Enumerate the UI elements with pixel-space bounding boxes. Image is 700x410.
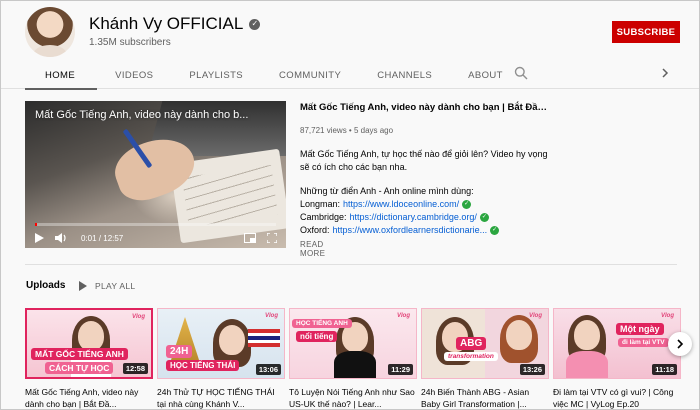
- volume-icon[interactable]: [55, 232, 67, 244]
- video-title[interactable]: Tô Luyện Nói Tiếng Anh như Sao US-UK thế…: [289, 386, 417, 409]
- channel-name-text[interactable]: Khánh Vy OFFICIAL: [89, 14, 243, 34]
- player-progress-bar[interactable]: [35, 223, 276, 226]
- subscribe-button[interactable]: SUBSCRIBE: [612, 21, 680, 43]
- channel-tabs: HOME VIDEOS PLAYLISTS COMMUNITY CHANNELS…: [25, 61, 521, 90]
- channel-avatar[interactable]: [25, 7, 75, 57]
- chevron-right-icon[interactable]: [659, 67, 671, 79]
- player-controls: 0:01 / 12:57: [25, 229, 286, 247]
- shelf-title[interactable]: Uploads: [26, 280, 65, 291]
- dictionary-label: Cambridge:: [300, 212, 347, 222]
- thumbnail-caption: transformation: [444, 352, 498, 361]
- player-title: Mất Gốc Tiếng Anh, video này dành cho b.…: [35, 109, 249, 121]
- thumbnail-caption: CÁCH TỰ HỌC: [45, 362, 114, 374]
- dictionary-label: Oxford:: [300, 225, 330, 235]
- video-title[interactable]: 24h Biến Thành ABG - Asian Baby Girl Tra…: [421, 386, 549, 409]
- tab-about[interactable]: ABOUT: [450, 61, 521, 89]
- thumbnail-caption: đi làm tại VTV: [618, 338, 669, 347]
- video-duration: 11:29: [388, 364, 413, 375]
- dictionary-line: Oxford: https://www.oxfordlearnersdictio…: [300, 224, 550, 237]
- thumbnail-caption: HỌC TIẾNG ANH: [292, 319, 352, 328]
- miniplayer-icon[interactable]: [244, 232, 256, 244]
- video-thumbnail[interactable]: Vlog HỌC TIẾNG ANH nổi tiếng 11:29: [289, 308, 417, 379]
- tab-videos[interactable]: VIDEOS: [97, 61, 171, 89]
- video-duration: 12:58: [122, 363, 148, 374]
- featured-description: Mất Gốc Tiếng Anh, tự học thế nào để giỏ…: [300, 148, 550, 244]
- dictionary-label: Longman:: [300, 199, 341, 209]
- vlog-tag: Vlog: [397, 313, 410, 319]
- dictionary-link[interactable]: https://dictionary.cambridge.org/: [350, 211, 477, 224]
- verified-check-icon: ✓: [249, 18, 261, 30]
- featured-title[interactable]: Mất Gốc Tiếng Anh, video này dành cho bạ…: [300, 101, 550, 115]
- player-time: 0:01 / 12:57: [81, 233, 124, 243]
- check-icon: ✓: [462, 200, 472, 209]
- dict-heading-text: Những từ điển Anh - Anh online mình dùng…: [300, 186, 474, 196]
- video-card[interactable]: Vlog HỌC TIẾNG ANH nổi tiếng 11:29 Tô Lu…: [289, 308, 417, 409]
- featured-meta: 87,721 views • 5 days ago: [300, 126, 394, 135]
- dictionary-link[interactable]: https://www.oxfordlearnersdictionarie...: [333, 224, 488, 237]
- check-icon: ✓: [479, 213, 489, 222]
- uploads-shelf-header: Uploads PLAY ALL: [26, 280, 135, 291]
- search-icon[interactable]: [514, 66, 528, 80]
- video-thumbnail[interactable]: Vlog ABG transformation 13:26: [421, 308, 549, 379]
- video-title[interactable]: 24h Thử TỰ HỌC TIẾNG THÁI tại nhà cùng K…: [157, 386, 285, 409]
- dictionary-line: Longman: https://www.ldoceonline.com/ ✓: [300, 198, 550, 211]
- check-icon: ✓: [490, 226, 500, 235]
- play-all-label: PLAY ALL: [95, 281, 136, 291]
- thumbnail-caption: 24H: [166, 345, 193, 358]
- channel-header: Khánh Vy OFFICIAL ✓ 1.35M subscribers SU…: [1, 1, 699, 90]
- play-icon[interactable]: [33, 232, 45, 244]
- player-progress-fill: [35, 223, 38, 226]
- channel-name[interactable]: Khánh Vy OFFICIAL ✓: [89, 14, 261, 34]
- video-thumbnail[interactable]: Vlog MẤT GỐC TIẾNG ANH CÁCH TỰ HỌC 12:58: [25, 308, 153, 379]
- section-divider: [25, 264, 677, 265]
- description-intro: Mất Gốc Tiếng Anh, tự học thế nào để giỏ…: [300, 149, 548, 172]
- chevron-right-icon: [677, 339, 684, 349]
- subscriber-count: 1.35M subscribers: [89, 37, 171, 48]
- thumbnail-caption: HỌC TIẾNG THÁI: [166, 360, 240, 371]
- video-card[interactable]: Vlog 24H HỌC TIẾNG THÁI 13:06 24h Thử TỰ…: [157, 308, 285, 409]
- tab-community[interactable]: COMMUNITY: [261, 61, 359, 89]
- fullscreen-icon[interactable]: [266, 232, 278, 244]
- play-icon: [79, 281, 87, 291]
- video-thumbnail[interactable]: Vlog 24H HỌC TIẾNG THÁI 13:06: [157, 308, 285, 379]
- play-all-button[interactable]: PLAY ALL: [79, 281, 135, 291]
- video-player[interactable]: Mất Gốc Tiếng Anh, video này dành cho b.…: [25, 101, 286, 248]
- video-card[interactable]: Vlog Một ngày đi làm tại VTV 11:18 Đi là…: [553, 308, 681, 409]
- dictionary-link[interactable]: https://www.ldoceonline.com/: [343, 198, 459, 211]
- video-card[interactable]: Vlog MẤT GỐC TIẾNG ANH CÁCH TỰ HỌC 12:58…: [25, 308, 153, 409]
- vlog-tag: Vlog: [132, 314, 145, 320]
- tab-playlists[interactable]: PLAYLISTS: [171, 61, 261, 89]
- vlog-tag: Vlog: [661, 313, 674, 319]
- video-thumbnail[interactable]: Vlog Một ngày đi làm tại VTV 11:18: [553, 308, 681, 379]
- thumbnail-caption: ABG: [456, 337, 487, 350]
- tab-channels[interactable]: CHANNELS: [359, 61, 450, 89]
- youtube-channel-page: Khánh Vy OFFICIAL ✓ 1.35M subscribers SU…: [0, 0, 700, 410]
- read-more-link[interactable]: READ MORE: [300, 240, 325, 258]
- video-duration: 11:18: [652, 364, 677, 375]
- tab-home[interactable]: HOME: [25, 61, 98, 90]
- vlog-tag: Vlog: [529, 313, 542, 319]
- dictionary-line: Cambridge: https://dictionary.cambridge.…: [300, 211, 550, 224]
- shelf-next-button[interactable]: [668, 332, 692, 356]
- video-title[interactable]: Mất Gốc Tiếng Anh, video này dành cho bạ…: [25, 386, 153, 409]
- thumbnail-caption: MẤT GỐC TIẾNG ANH: [31, 348, 128, 360]
- video-card[interactable]: Vlog ABG transformation 13:26 24h Biến T…: [421, 308, 549, 409]
- video-duration: 13:26: [519, 364, 545, 375]
- thumbnail-caption: nổi tiếng: [296, 331, 338, 342]
- featured-info: Mất Gốc Tiếng Anh, video này dành cho bạ…: [300, 101, 550, 244]
- description-dict-heading: Những từ điển Anh - Anh online mình dùng…: [300, 185, 550, 198]
- vlog-tag: Vlog: [265, 313, 278, 319]
- video-title[interactable]: Đi làm tại VTV có gì vui? | Công việc MC…: [553, 386, 681, 409]
- video-duration: 13:06: [255, 364, 281, 375]
- thumbnail-caption: Một ngày: [616, 323, 664, 335]
